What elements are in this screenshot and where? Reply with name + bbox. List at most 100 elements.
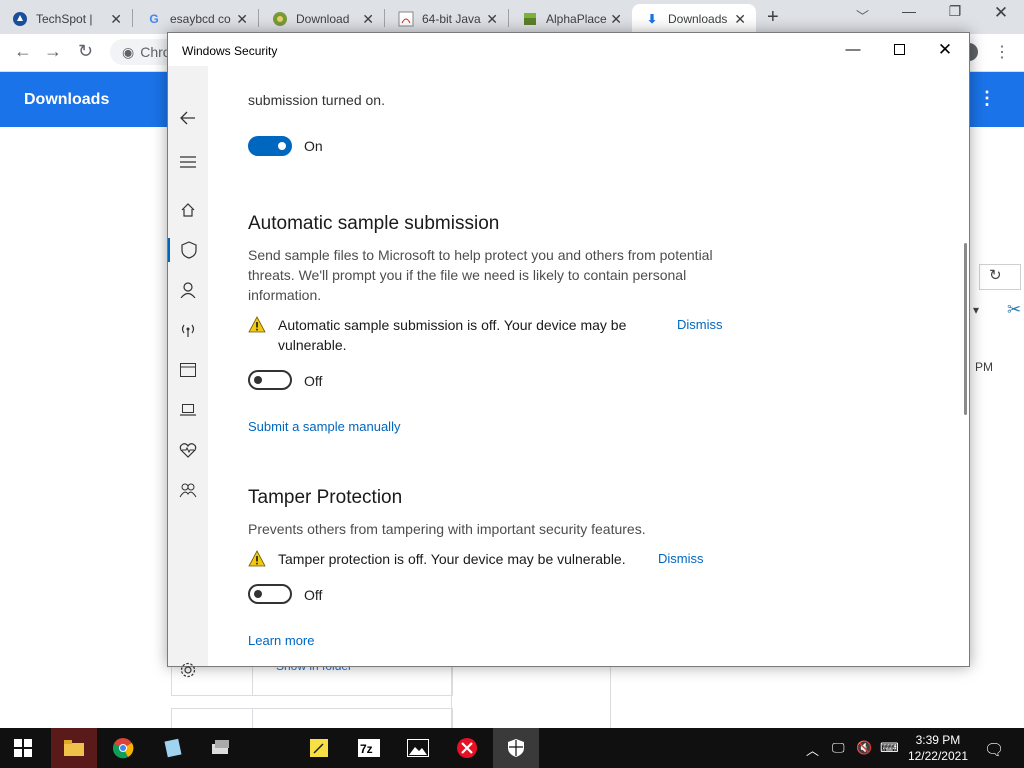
start-button[interactable] xyxy=(0,728,46,768)
scrollbar-thumb[interactable] xyxy=(964,243,967,415)
minecraft-icon xyxy=(522,11,538,27)
firewall-network-icon[interactable] xyxy=(168,318,208,342)
downloads-page-title: Downloads xyxy=(24,91,110,108)
submit-sample-manually-link[interactable]: Submit a sample manually xyxy=(248,419,400,434)
cut-off-description: submission turned on. xyxy=(248,92,385,108)
7zip-icon: 7z xyxy=(358,739,380,757)
sample-warning-text: Automatic sample submission is off. Your… xyxy=(278,317,627,353)
error-app-icon xyxy=(457,738,477,758)
tab-search-chevron-icon[interactable]: ﹀ xyxy=(856,6,869,25)
forward-arrow-icon[interactable]: → xyxy=(44,41,62,62)
browser-minimize-button[interactable]: — xyxy=(886,3,932,19)
browser-tab-alphaplace[interactable]: AlphaPlace ✕ xyxy=(510,4,632,34)
dropdown-arrow-icon[interactable]: ▾ xyxy=(973,303,979,317)
clock-time: 3:39 PM xyxy=(915,733,961,747)
warning-icon xyxy=(248,550,266,567)
chrome-site-icon: ◉ xyxy=(122,43,135,60)
volume-muted-icon[interactable]: 🔇 xyxy=(856,740,872,756)
tamper-dismiss-link[interactable]: Dismiss xyxy=(658,551,704,566)
background-explorer-window: ↻ ▾ ✂ PM xyxy=(968,200,1024,640)
home-icon[interactable] xyxy=(168,198,208,222)
photos-icon xyxy=(407,739,429,757)
taskbar: 7z ︿ 🖵 🔇 ⌨ 3:39 PM 12/22/2021 🗨 xyxy=(0,728,1024,768)
account-person-icon[interactable] xyxy=(168,278,208,302)
photos-button[interactable] xyxy=(395,728,441,768)
tab-close-icon[interactable]: ✕ xyxy=(486,11,498,28)
browser-menu-icon[interactable]: ⋮ xyxy=(994,42,1010,62)
notepad-icon xyxy=(164,738,182,758)
chrome-button[interactable] xyxy=(100,728,146,768)
sample-submission-toggle[interactable] xyxy=(248,370,292,390)
tab-label: Downloads xyxy=(668,12,728,26)
device-security-laptop-icon[interactable] xyxy=(168,398,208,422)
sticky-notes-button[interactable] xyxy=(296,728,342,768)
network-icon[interactable]: 🖵 xyxy=(832,740,845,756)
reload-icon[interactable]: ↻ xyxy=(78,41,93,62)
back-arrow-icon[interactable]: ← xyxy=(14,41,32,62)
tab-label: AlphaPlace xyxy=(546,12,607,26)
tab-close-icon[interactable]: ✕ xyxy=(734,11,746,28)
tamper-toggle-label: Off xyxy=(304,587,323,603)
browser-close-button[interactable]: ✕ xyxy=(978,3,1024,23)
tab-close-icon[interactable]: ✕ xyxy=(236,11,248,28)
browser-tab-techspot[interactable]: TechSpot | ✕ xyxy=(0,4,132,34)
svg-text:7z: 7z xyxy=(360,742,373,756)
keyboard-icon[interactable]: ⌨ xyxy=(880,740,899,756)
tab-label: 64-bit Java xyxy=(422,12,481,26)
tab-close-icon[interactable]: ✕ xyxy=(110,11,122,28)
scissors-icon[interactable]: ✂ xyxy=(1007,300,1021,320)
tab-close-icon[interactable]: ✕ xyxy=(362,11,374,28)
learn-more-link[interactable]: Learn more xyxy=(248,633,314,648)
close-button[interactable]: ✕ xyxy=(922,33,968,66)
tamper-warning-text: Tamper protection is off. Your device ma… xyxy=(278,551,626,567)
sticky-notes-icon xyxy=(310,739,328,757)
browser-restore-button[interactable]: ❐ xyxy=(932,3,978,20)
7zip-button[interactable]: 7z xyxy=(346,728,392,768)
sample-dismiss-link[interactable]: Dismiss xyxy=(677,317,723,332)
notepad-button[interactable] xyxy=(150,728,196,768)
device-health-heart-icon[interactable] xyxy=(168,438,208,462)
tab-label: Download xyxy=(296,12,350,26)
tray-chevron-up-icon[interactable]: ︿ xyxy=(806,740,819,759)
app-browser-control-icon[interactable] xyxy=(168,358,208,382)
maximize-button[interactable] xyxy=(876,33,922,66)
back-arrow-icon[interactable] xyxy=(168,106,208,130)
cloud-protection-toggle[interactable] xyxy=(248,136,292,156)
java-icon xyxy=(398,11,414,27)
browser-tabstrip: TechSpot | ✕ G esaybcd co ✕ Download ✕ 6… xyxy=(0,0,1024,34)
tab-label: esaybcd co xyxy=(170,12,231,26)
browser-tab-downloads[interactable]: ⬇ Downloads ✕ xyxy=(632,4,756,34)
window-titlebar: Windows Security — ✕ xyxy=(168,33,969,66)
browser-tab-download-site[interactable]: Download ✕ xyxy=(260,4,384,34)
browser-tab-java[interactable]: 64-bit Java ✕ xyxy=(386,4,508,34)
refresh-icon[interactable]: ↻ xyxy=(989,266,1002,284)
shield-icon[interactable] xyxy=(168,238,208,262)
minimize-button[interactable]: — xyxy=(830,33,876,66)
warning-icon xyxy=(248,316,266,333)
tamper-description: Prevents others from tampering with impo… xyxy=(248,521,646,537)
hamburger-menu-icon[interactable] xyxy=(168,150,208,174)
chrome-icon xyxy=(113,738,134,759)
network-app-icon xyxy=(212,740,229,754)
protection-settings-content: submission turned on. On Automatic sampl… xyxy=(208,66,969,666)
tamper-protection-toggle[interactable] xyxy=(248,584,292,604)
file-explorer-button[interactable] xyxy=(51,728,97,768)
browser-tab-google[interactable]: G esaybcd co ✕ xyxy=(134,4,258,34)
tab-close-icon[interactable]: ✕ xyxy=(610,11,622,28)
downloads-menu-icon[interactable]: ⋮ xyxy=(978,88,996,109)
sample-toggle-label: Off xyxy=(304,373,323,389)
error-app-button[interactable] xyxy=(444,728,490,768)
family-options-icon[interactable] xyxy=(168,478,208,502)
notifications-icon[interactable]: 🗨 xyxy=(984,740,1004,760)
clock-date: 12/22/2021 xyxy=(907,749,968,763)
new-tab-button[interactable]: + xyxy=(767,6,779,29)
taskbar-clock[interactable]: 3:39 PM 12/22/2021 xyxy=(908,732,968,764)
tamper-section-title: Tamper Protection xyxy=(248,487,403,508)
windows-security-button[interactable] xyxy=(493,728,539,768)
time-fragment: PM xyxy=(975,360,993,374)
network-app-button[interactable] xyxy=(198,728,244,768)
settings-gear-icon[interactable] xyxy=(168,658,208,682)
window-title: Windows Security xyxy=(182,44,278,58)
windows-security-icon xyxy=(508,739,524,757)
techspot-icon xyxy=(12,11,28,27)
